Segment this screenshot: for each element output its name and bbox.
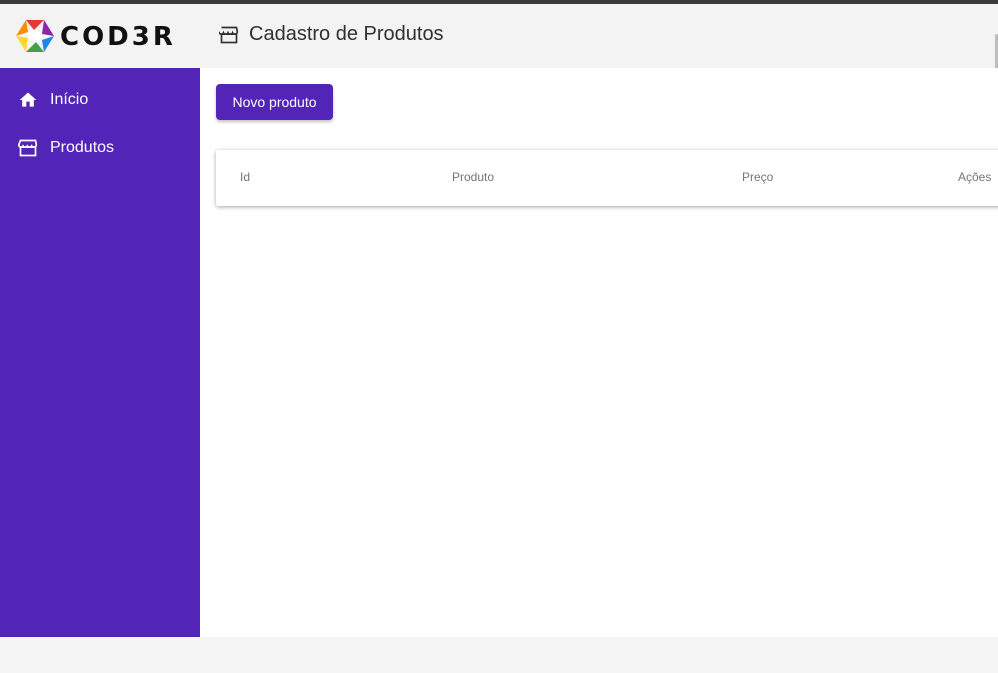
page-title-text: Cadastro de Produtos [249, 23, 444, 45]
home-icon [19, 92, 37, 107]
page-title: Cadastro de Produtos [219, 23, 444, 46]
storefront-icon [219, 26, 239, 43]
logo-text: COD3R [60, 22, 176, 52]
sidebar: Início Produtos [0, 68, 200, 637]
brand-logo[interactable]: COD3R [14, 18, 186, 54]
sidebar-item-label: Início [50, 91, 89, 108]
sidebar-item-inicio[interactable]: Início [0, 80, 200, 120]
app-header: COD3R Cadastro de Produtos [0, 4, 998, 74]
storefront-icon [18, 139, 38, 157]
app-footer [0, 637, 998, 673]
main-content: Novo produto Id Produto Preço Ações [200, 68, 998, 637]
products-table: Id Produto Preço Ações [216, 150, 998, 206]
column-header-acoes[interactable]: Ações [958, 170, 991, 184]
column-header-produto[interactable]: Produto [452, 170, 494, 184]
cod3r-logo-icon [16, 20, 54, 52]
sidebar-item-produtos[interactable]: Produtos [0, 128, 200, 168]
new-product-button[interactable]: Novo produto [216, 84, 333, 120]
column-header-id[interactable]: Id [240, 170, 250, 184]
sidebar-item-label: Produtos [50, 139, 115, 156]
column-header-preco[interactable]: Preço [742, 170, 773, 184]
